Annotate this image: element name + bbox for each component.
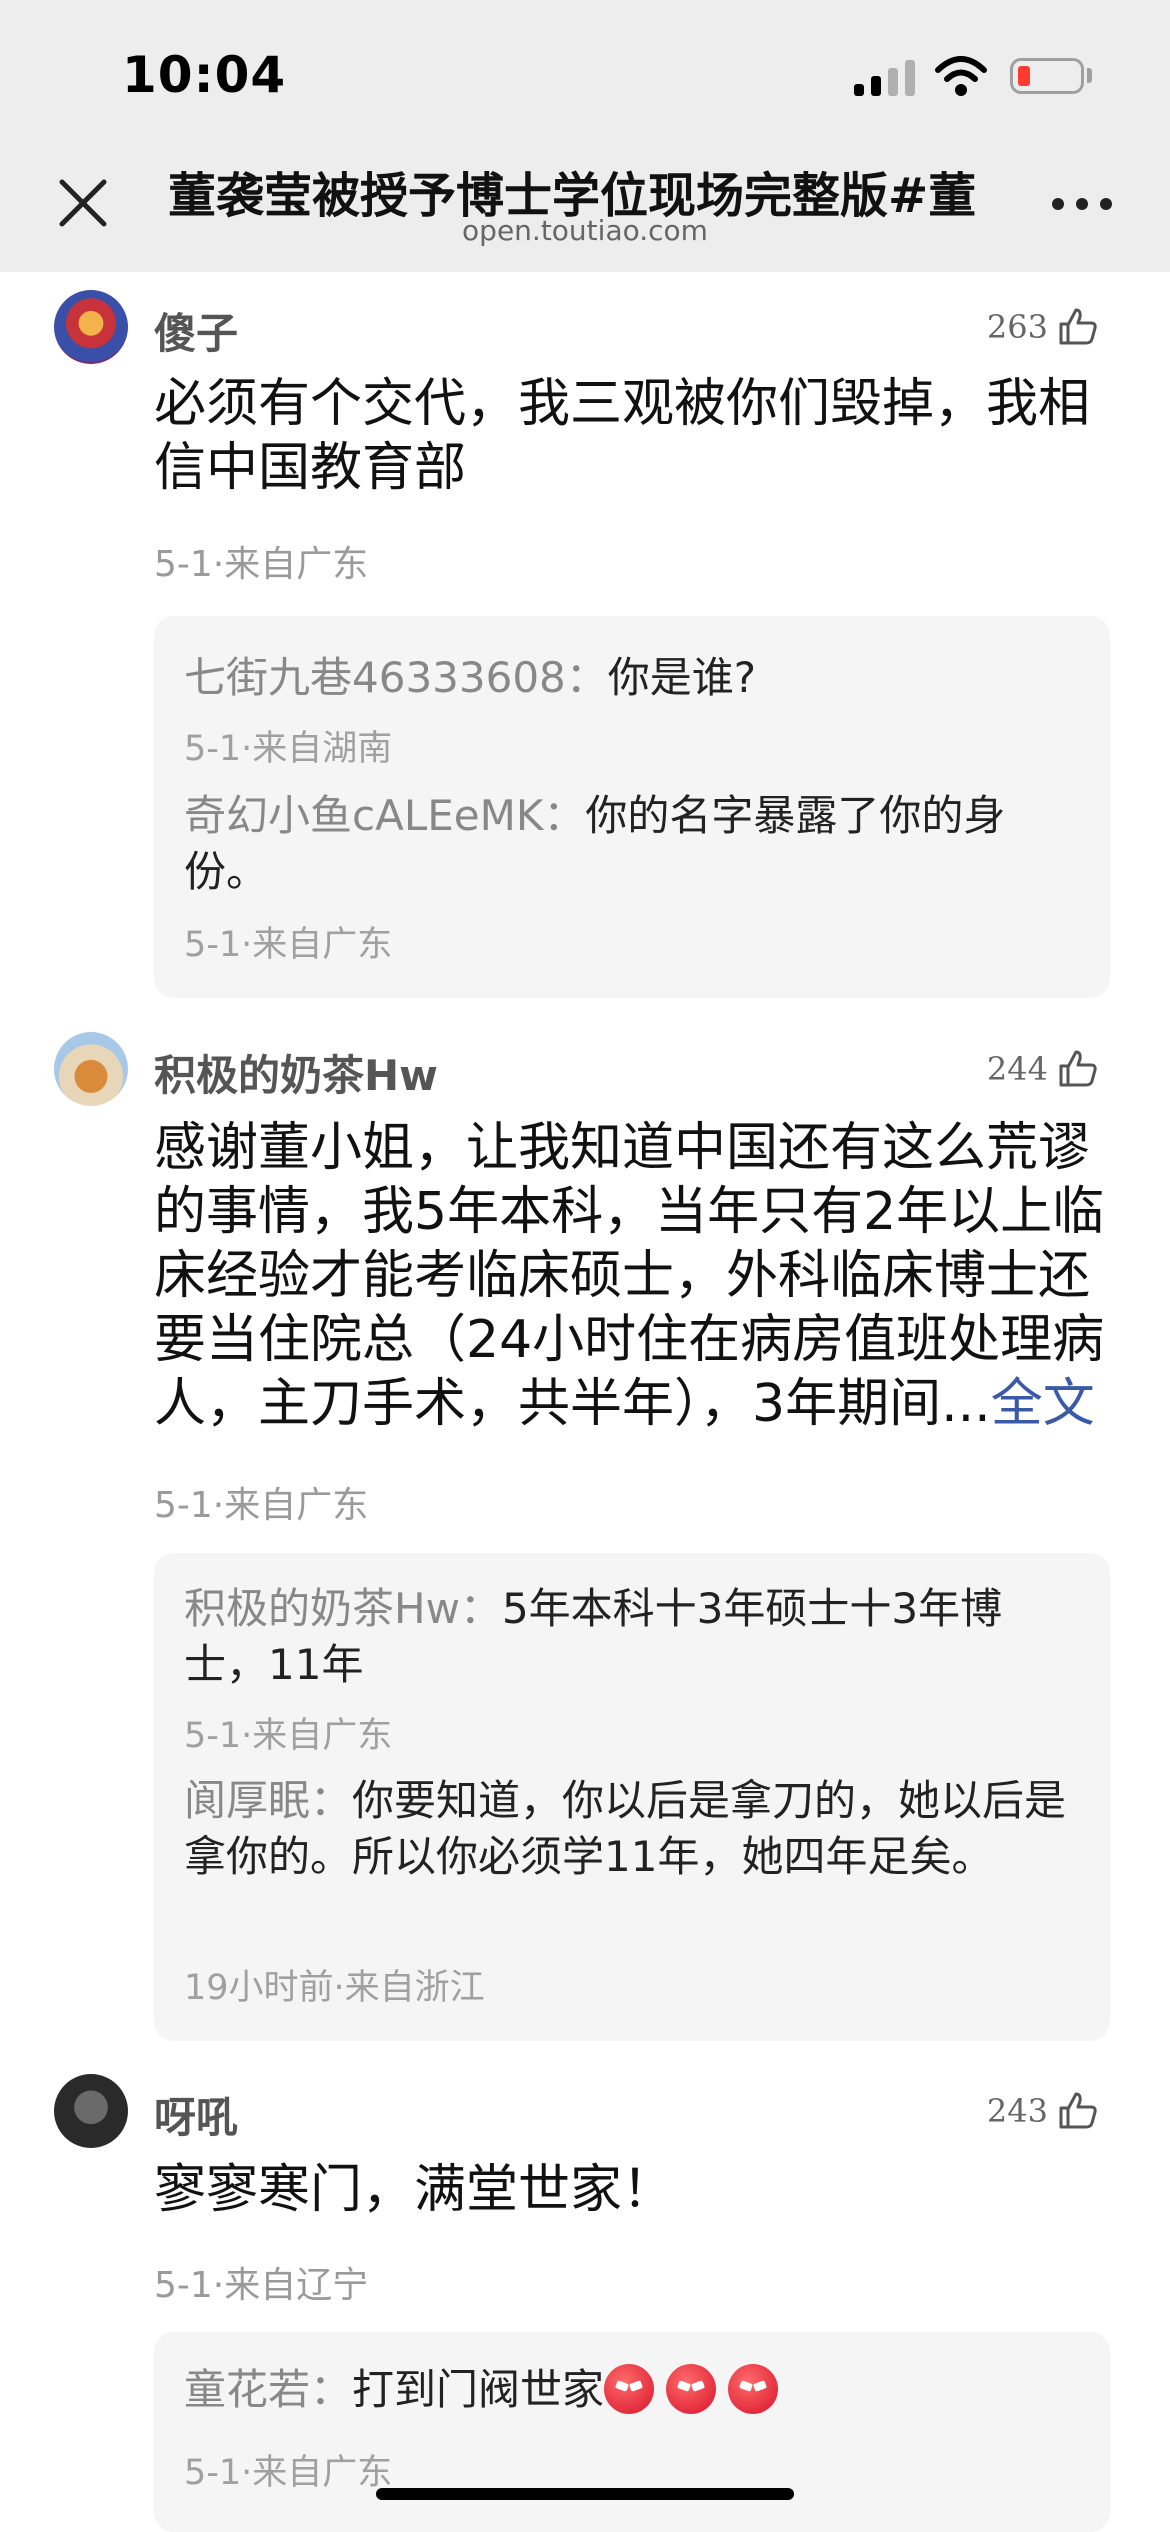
reply-item: 童花若：打到门阀世家 [184,2362,1074,2418]
like-button[interactable]: 263 [987,302,1098,352]
battery-icon [1010,58,1084,94]
thumbs-up-icon [1059,2092,1097,2129]
reply-author[interactable]: 积极的奶茶Hw： [184,1584,502,1633]
thumbs-up-icon [1059,308,1097,345]
comment-meta: 5-1·来自广东 [154,544,369,585]
reply-item: 奇幻小鱼cALEeMK：你的名字暴露了你的身份。 [184,788,1074,900]
signal-icon [854,60,916,96]
like-count: 263 [986,308,1048,346]
comment-text: 感谢董小姐，让我知道中国还有这么荒谬的事情，我5年本科，当年只有2年以上临床经验… [154,1116,1114,1436]
angry-face-icon [666,2364,717,2414]
top-bar: 10:04 董袭莹被授予博士学位现场完整版#董 open.toutiao.com [0,0,1170,272]
reply-meta: 5-1·来自湖南 [184,729,393,769]
home-indicator[interactable] [376,2488,794,2500]
comment-text: 必须有个交代，我三观被你们毁掉，我相信中国教育部 [154,374,1091,498]
reply-author[interactable]: 童花若： [184,2365,352,2414]
comment-body: 感谢董小姐，让我知道中国还有这么荒谬的事情，我5年本科，当年只有2年以上临床经验… [154,1118,1105,1434]
avatar[interactable] [54,290,128,364]
reply-box[interactable]: 童花若：打到门阀世家 5-1·来自广东 [154,2332,1110,2532]
reply-author[interactable]: 七街九巷46333608： [184,653,608,702]
reply-text: 你是谁? [607,653,757,702]
battery-tip [1087,68,1092,83]
comment-username[interactable]: 呀吼 [154,2084,238,2145]
reply-meta: 5-1·来自广东 [184,925,393,965]
avatar[interactable] [54,2074,128,2148]
angry-face-icon [604,2364,655,2414]
wifi-icon [935,56,987,96]
reply-text: 打到门阀世家 [352,2365,605,2414]
reply-item: 阆厚眠：你要知道，你以后是拿刀的，她以后是拿你的。所以你必须学11年，她四年足矣… [184,1773,1074,1885]
reply-box[interactable]: 积极的奶茶Hw：5年本科十3年硕士十3年博士，11年 5-1·来自广东 阆厚眠：… [154,1553,1110,2041]
reply-item: 七街九巷46333608：你是谁? [184,650,1074,706]
like-count: 243 [986,2092,1048,2130]
angry-face-icon [728,2364,779,2414]
reply-meta: 19小时前·来自浙江 [184,1968,485,2008]
like-count: 244 [986,1050,1048,1088]
reply-box[interactable]: 七街九巷46333608：你是谁? 5-1·来自湖南 奇幻小鱼cALEeMK：你… [154,616,1110,998]
page-url: open.toutiao.com [462,214,708,247]
reply-meta: 5-1·来自广东 [184,2453,393,2493]
avatar[interactable] [54,1032,128,1106]
like-button[interactable]: 244 [987,1044,1098,1094]
reply-author[interactable]: 奇幻小鱼cALEeMK： [184,791,585,840]
comment-meta: 5-1·来自广东 [154,1485,369,1526]
comment-text: 寥寥寒门，满堂世家！ [154,2160,675,2220]
status-time: 10:04 [122,46,287,104]
comment-meta: 5-1·来自辽宁 [154,2265,369,2306]
reply-meta: 5-1·来自广东 [184,1716,393,1756]
full-text-link[interactable]: 全文 [991,1374,1095,1434]
reply-author[interactable]: 阆厚眠： [184,1776,352,1825]
thumbs-up-icon [1059,1050,1097,1087]
comment-username[interactable]: 积极的奶茶Hw [154,1042,438,1103]
reply-item: 积极的奶茶Hw：5年本科十3年硕士十3年博士，11年 [184,1581,1074,1693]
like-button[interactable]: 243 [987,2086,1098,2136]
more-icon[interactable] [1052,198,1112,214]
comment-username[interactable]: 傻子 [154,300,238,361]
